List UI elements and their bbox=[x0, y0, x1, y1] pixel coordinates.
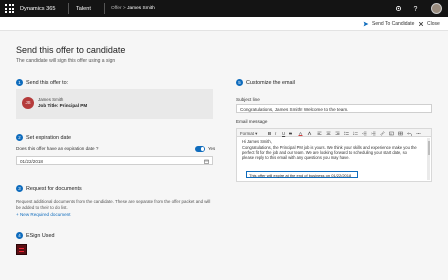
font-color-icon[interactable]: A bbox=[298, 131, 303, 136]
undo-icon[interactable] bbox=[407, 131, 412, 136]
format-dropdown-label: Format bbox=[240, 130, 254, 136]
email-message-label: Email message bbox=[236, 119, 268, 124]
section-title-send-to: Send this offer to: bbox=[26, 80, 69, 86]
subject-label: Subject line bbox=[236, 97, 260, 102]
expiry-notice-text: This offer will expire at the end of bus… bbox=[249, 172, 352, 178]
expiry-notice: This offer will expire at the end of bus… bbox=[246, 171, 358, 178]
step-number: 1 bbox=[16, 79, 23, 86]
table-icon[interactable] bbox=[398, 131, 403, 136]
app-name[interactable]: Dynamics 365 bbox=[20, 6, 55, 12]
indent-icon[interactable] bbox=[371, 131, 376, 136]
email-body-text: Congratulations, the Principal PM job is… bbox=[242, 145, 417, 160]
bullet-list-icon[interactable] bbox=[344, 131, 349, 136]
calendar-icon[interactable] bbox=[204, 159, 209, 164]
new-required-document-link[interactable]: + New Required document bbox=[16, 212, 71, 217]
bold-button[interactable]: B bbox=[268, 131, 271, 136]
breadcrumb: Offer > James Smith bbox=[111, 5, 155, 11]
expiration-date-input[interactable]: 01/22/2018 bbox=[16, 156, 213, 165]
outdent-icon[interactable] bbox=[362, 131, 367, 136]
numbered-list-icon[interactable] bbox=[353, 131, 358, 136]
more-options-icon[interactable] bbox=[416, 131, 421, 136]
breadcrumb-prefix[interactable]: Offer bbox=[111, 6, 122, 11]
expiration-question: Does this offer have an expiration date … bbox=[16, 146, 99, 151]
expiration-toggle[interactable] bbox=[195, 146, 205, 152]
italic-button[interactable]: I bbox=[275, 131, 276, 136]
svg-text:?: ? bbox=[414, 6, 418, 12]
help-icon[interactable]: ? bbox=[412, 5, 419, 12]
send-to-candidate-button[interactable]: Send To Candidate bbox=[363, 21, 414, 27]
align-right-icon[interactable] bbox=[335, 131, 340, 136]
documents-description: Request additional documents from the ca… bbox=[16, 199, 211, 210]
section-title-esign: ESign Used bbox=[26, 233, 55, 239]
email-greeting: Hi James Smith, bbox=[242, 139, 272, 144]
section-title-documents: Request for documents bbox=[26, 186, 82, 192]
subject-input[interactable]: Congratulations, James Smith! Welcome to… bbox=[236, 104, 432, 113]
section-title-email: Customize the email bbox=[246, 80, 295, 86]
top-navigation-bar: Dynamics 365 Talent Offer > James Smith … bbox=[0, 0, 448, 17]
email-message-editor[interactable]: Hi James Smith, Congratulations, the Pri… bbox=[236, 137, 432, 182]
send-icon bbox=[363, 21, 369, 26]
strikethrough-button[interactable]: S bbox=[289, 131, 292, 136]
format-dropdown[interactable]: Format ▾ bbox=[240, 131, 257, 137]
expiration-date-value: 01/22/2018 bbox=[20, 158, 43, 164]
link-icon[interactable] bbox=[380, 131, 385, 136]
step-number: 5 bbox=[236, 79, 243, 86]
expiration-toggle-label: Yes bbox=[208, 146, 216, 151]
close-label: Close bbox=[427, 20, 440, 27]
align-center-icon[interactable] bbox=[326, 131, 331, 136]
command-bar: Send To Candidate Close bbox=[0, 17, 448, 31]
send-to-candidate-label: Send To Candidate bbox=[372, 20, 415, 27]
module-name[interactable]: Talent bbox=[76, 6, 91, 12]
app-launcher-icon[interactable] bbox=[5, 4, 14, 13]
close-button[interactable]: Close bbox=[418, 21, 440, 27]
step-number: 4 bbox=[16, 232, 23, 239]
esign-provider-logo bbox=[16, 244, 27, 255]
candidate-avatar: JS bbox=[22, 97, 34, 109]
highlight-icon[interactable] bbox=[307, 131, 312, 136]
subject-value: Congratulations, James Smith! Welcome to… bbox=[240, 106, 349, 112]
candidate-job-title: Job Title: Principal PM bbox=[38, 103, 88, 108]
step-number: 3 bbox=[16, 185, 23, 192]
editor-scrollbar[interactable] bbox=[427, 138, 430, 180]
page-subtitle: The candidate will sign this offer using… bbox=[16, 58, 116, 64]
rich-text-toolbar: Format ▾ B I U S A bbox=[236, 128, 432, 137]
image-icon[interactable] bbox=[389, 131, 394, 136]
breadcrumb-current: James Smith bbox=[127, 5, 155, 11]
settings-icon[interactable] bbox=[395, 5, 402, 12]
section-title-expiration: Set expiration date bbox=[26, 135, 71, 141]
candidate-name: James Smith bbox=[38, 97, 64, 102]
align-left-icon[interactable] bbox=[317, 131, 322, 136]
underline-button[interactable]: U bbox=[282, 131, 285, 136]
page-title: Send this offer to candidate bbox=[16, 45, 126, 55]
candidate-card: JS James Smith Job Title: Principal PM bbox=[16, 89, 213, 119]
close-icon bbox=[418, 21, 424, 26]
step-number: 2 bbox=[16, 134, 23, 141]
user-avatar[interactable] bbox=[431, 3, 442, 14]
